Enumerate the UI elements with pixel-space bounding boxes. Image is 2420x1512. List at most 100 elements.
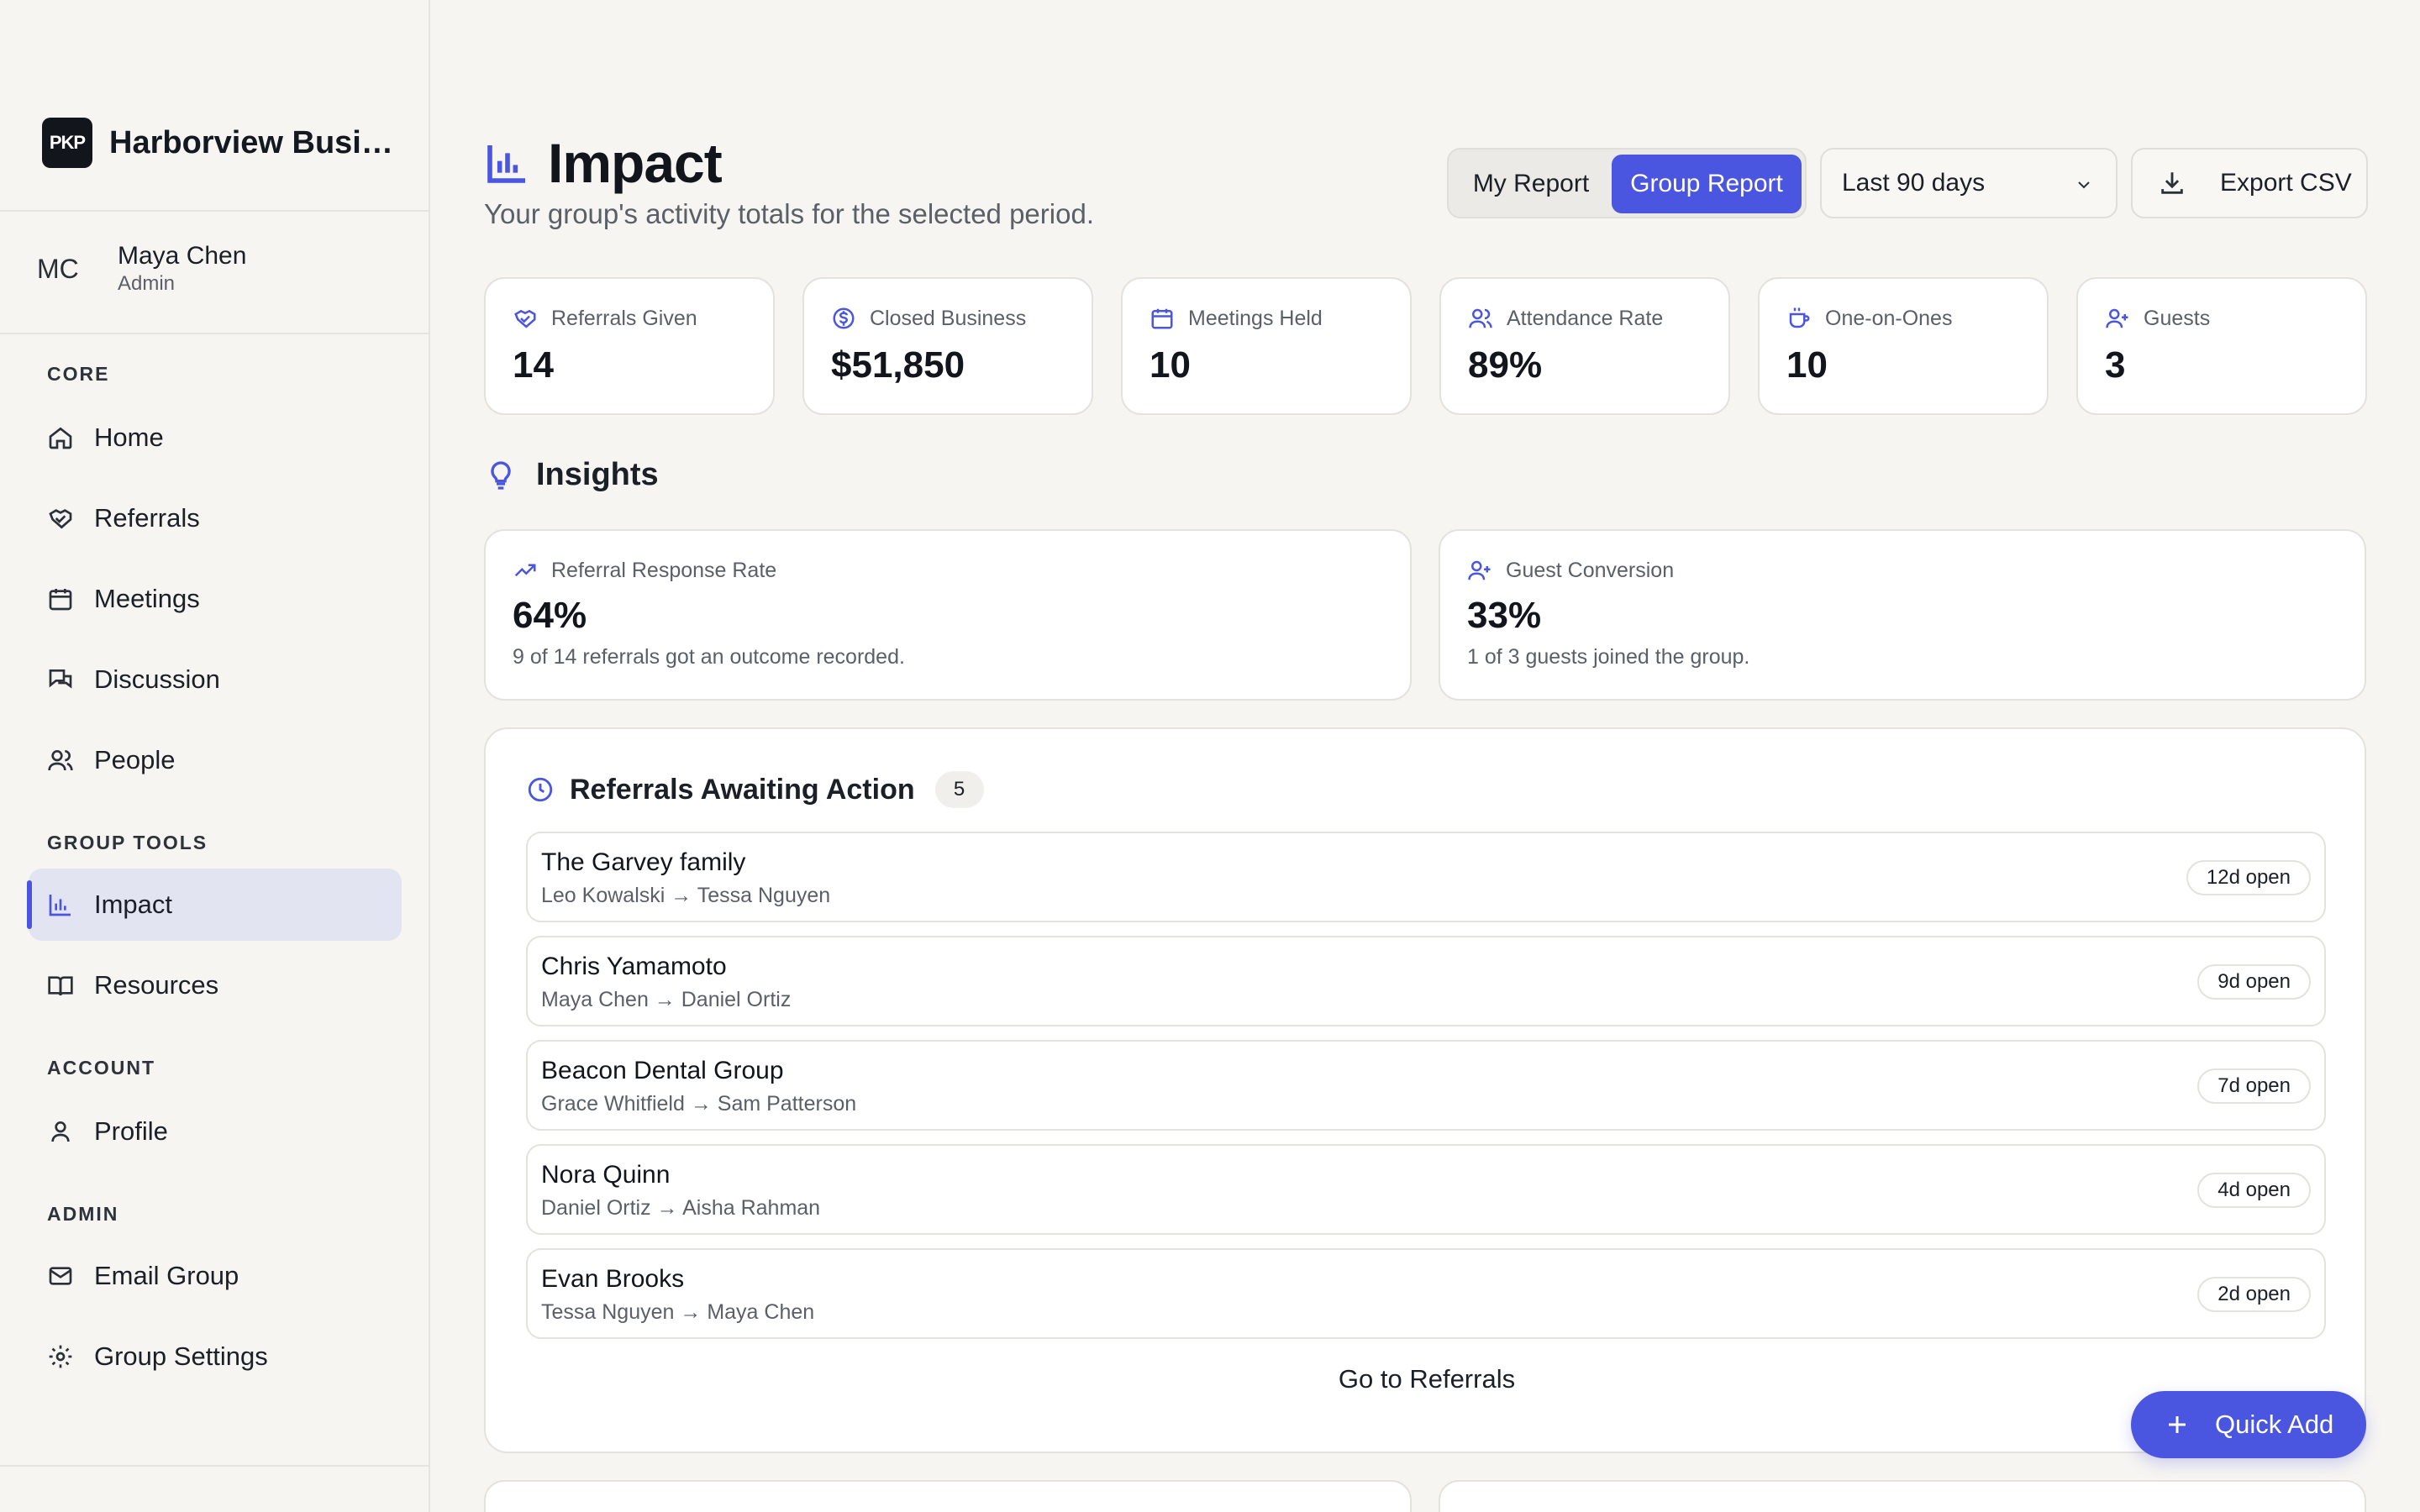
sidebar-item-referrals[interactable]: Referrals: [29, 482, 402, 554]
quick-add-label: Quick Add: [2215, 1410, 2334, 1439]
bar-chart-icon: [487, 145, 525, 183]
quick-add-button[interactable]: Quick Add: [2131, 1391, 2366, 1458]
mail-icon: [49, 1267, 72, 1285]
bottom-card: [484, 1480, 1412, 1512]
referral-name: Evan Brooks: [541, 1265, 685, 1293]
plus-icon: [2169, 1416, 2186, 1433]
referral-path: Maya Chen → Daniel Ortiz: [541, 988, 792, 1011]
referral-row[interactable]: The Garvey family Leo Kowalski → Tessa N…: [526, 832, 2326, 922]
insight-value: 33%: [1467, 595, 1542, 636]
bar-chart-icon: [49, 895, 71, 916]
stat-value: 14: [513, 344, 554, 386]
nav-section-group-tools: GROUP TOOLS: [47, 832, 208, 853]
chevron-down-icon: [2078, 181, 2090, 189]
insight-label: Referral Response Rate: [551, 558, 777, 582]
nav-section-account: ACCOUNT: [47, 1057, 155, 1079]
stat-label: Attendance Rate: [1507, 306, 1664, 330]
stat-card-attendance-rate: Attendance Rate 89%: [1439, 277, 1730, 415]
stat-value: 10: [1786, 344, 1828, 386]
home-icon: [49, 427, 72, 449]
stat-card-closed-business: Closed Business $51,850: [802, 277, 1093, 415]
gear-icon: [49, 1345, 72, 1368]
sidebar-item-resources[interactable]: Resources: [29, 949, 402, 1021]
sidebar-item-group-settings[interactable]: Group Settings: [29, 1320, 402, 1393]
divider: [0, 210, 429, 212]
stat-value: 3: [2105, 344, 2126, 386]
sidebar-item-label: Discussion: [94, 664, 220, 694]
trending-up-icon: [514, 564, 536, 577]
handshake-icon: [514, 309, 536, 328]
brand-logo: PKP: [42, 118, 92, 168]
sidebar-item-discussion[interactable]: Discussion: [29, 643, 402, 716]
dollar-icon: [833, 307, 855, 329]
chat-icon: [49, 669, 72, 689]
period-select-value: Last 90 days: [1842, 169, 1986, 197]
my-report-button[interactable]: My Report: [1454, 155, 1608, 213]
export-csv-button[interactable]: Export CSV: [2131, 148, 2368, 218]
clock-icon: [528, 777, 553, 802]
user-profile[interactable]: MC Maya Chen Admin: [37, 242, 246, 296]
sidebar-item-label: Profile: [94, 1116, 168, 1146]
stat-card-one-on-ones: One-on-Ones 10: [1758, 277, 2049, 415]
sidebar-item-meetings[interactable]: Meetings: [29, 563, 402, 635]
sidebar-item-label: Referrals: [94, 503, 200, 533]
sidebar-item-profile[interactable]: Profile: [29, 1095, 402, 1168]
sidebar-item-home[interactable]: Home: [29, 402, 402, 474]
nav-section-core: CORE: [47, 363, 110, 385]
referral-path: Grace Whitfield → Sam Patterson: [541, 1092, 857, 1116]
insights-header: Insights: [484, 457, 659, 493]
open-days-badge: 7d open: [2197, 1068, 2311, 1104]
referral-row[interactable]: Evan Brooks Tessa Nguyen → Maya Chen 2d …: [526, 1248, 2326, 1339]
referral-row[interactable]: Chris Yamamoto Maya Chen → Daniel Ortiz …: [526, 936, 2326, 1026]
open-days-badge: 12d open: [2186, 860, 2311, 895]
stat-label: One-on-Ones: [1825, 306, 1953, 330]
sidebar-item-label: People: [94, 745, 176, 774]
insight-value: 64%: [513, 595, 587, 636]
stat-value: 89%: [1468, 344, 1543, 386]
nav-section-admin: ADMIN: [47, 1203, 119, 1225]
insight-note: 9 of 14 referrals got an outcome recorde…: [513, 645, 905, 669]
stat-card-referrals-given: Referrals Given 14: [484, 277, 775, 415]
users-icon: [1469, 308, 1492, 328]
period-select[interactable]: Last 90 days: [1820, 148, 2118, 218]
referral-path: Daniel Ortiz → Aisha Rahman: [541, 1196, 821, 1220]
user-plus-icon: [1468, 560, 1491, 580]
insight-note: 1 of 3 guests joined the group.: [1467, 645, 1750, 669]
user-name: Maya Chen: [118, 242, 247, 270]
stat-value: $51,850: [831, 344, 965, 386]
referral-path: Leo Kowalski → Tessa Nguyen: [541, 884, 831, 907]
brand-name: Harborview Busi…: [109, 124, 393, 160]
bottom-card: [1439, 1480, 2366, 1512]
stat-label: Guests: [2144, 306, 2211, 330]
sidebar-item-label: Resources: [94, 970, 219, 1000]
sidebar-item-people[interactable]: People: [29, 724, 402, 796]
brand[interactable]: PKP Harborview Busi…: [42, 118, 393, 168]
referral-path: Tessa Nguyen → Maya Chen: [541, 1300, 815, 1324]
page-header: Impact: [484, 131, 723, 195]
stat-card-guests: Guests 3: [2076, 277, 2367, 415]
avatar: MC: [37, 253, 79, 284]
sidebar-item-impact[interactable]: Impact: [27, 869, 402, 941]
referral-row[interactable]: Nora Quinn Daniel Ortiz → Aisha Rahman 4…: [526, 1144, 2326, 1235]
handshake-icon: [49, 509, 72, 529]
sidebar-item-label: Impact: [94, 890, 173, 919]
sidebar-item-label: Email Group: [94, 1261, 239, 1290]
stat-card-meetings-held: Meetings Held 10: [1121, 277, 1412, 415]
go-to-referrals-link[interactable]: Go to Referrals: [486, 1364, 2368, 1394]
panel-header: Referrals Awaiting Action 5: [526, 771, 984, 808]
count-badge: 5: [934, 771, 984, 808]
divider: [0, 1465, 429, 1467]
report-toggle: My Report Group Report: [1447, 148, 1807, 218]
user-plus-icon: [2106, 308, 2128, 328]
panel-title: Referrals Awaiting Action: [570, 773, 915, 806]
calendar-icon: [49, 589, 72, 611]
stat-label: Referrals Given: [551, 306, 697, 330]
sidebar-item-email-group[interactable]: Email Group: [29, 1240, 402, 1312]
referral-row[interactable]: Beacon Dental Group Grace Whitfield → Sa…: [526, 1040, 2326, 1131]
open-days-badge: 4d open: [2197, 1173, 2311, 1208]
referral-name: Chris Yamamoto: [541, 953, 727, 980]
group-report-button[interactable]: Group Report: [1612, 155, 1802, 213]
sidebar-item-label: Group Settings: [94, 1341, 268, 1371]
page-subtitle: Your group's activity totals for the sel…: [484, 198, 1094, 229]
referral-name: The Garvey family: [541, 848, 746, 876]
